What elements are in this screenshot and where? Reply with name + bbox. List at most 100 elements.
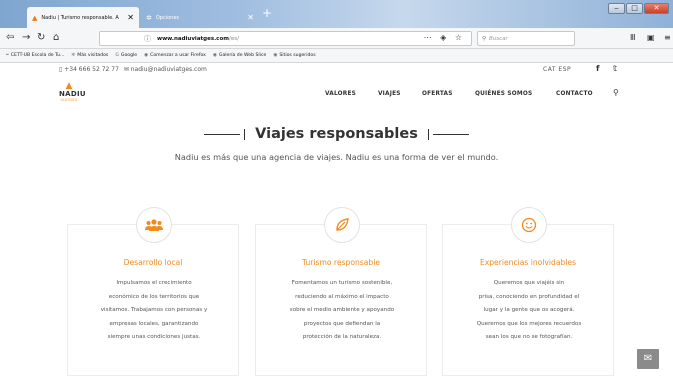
email-address[interactable]: nadiu@nadiuviatges.com xyxy=(131,66,207,73)
value-card-turismo: Turismo responsable Fomentamos un turism… xyxy=(255,207,427,376)
reload-icon[interactable]: ↻ xyxy=(37,32,45,43)
nav-contacto[interactable]: CONTACTO xyxy=(556,91,593,97)
title-tick-left xyxy=(244,128,246,140)
page-actions-icon[interactable]: ⋯ ◈ ☆ xyxy=(424,33,465,42)
close-window-icon[interactable]: ✕ xyxy=(644,3,669,14)
card-line: protección de la naturaleza. xyxy=(302,334,382,340)
card-text: Fomentamos un turismo sostenible, reduci… xyxy=(268,277,416,345)
sidebar-icon[interactable]: ▣ xyxy=(647,33,655,42)
site-logo[interactable]: ▲ NADIU VIATGES xyxy=(59,81,86,103)
webslice-icon: ◉ xyxy=(212,53,217,58)
card-line: empresas locales, garantizando xyxy=(109,320,199,327)
search-box[interactable]: ⚲ Buscar xyxy=(477,31,575,46)
google-icon: G xyxy=(115,53,119,58)
language-switcher: CAT ESP xyxy=(543,66,571,73)
title-tick-right xyxy=(427,128,429,140)
card-line: Impulsamos el crecimiento xyxy=(116,280,192,286)
bookmark-sitios[interactable]: ◉ Sitios sugeridos xyxy=(273,53,315,58)
bookmark-mas-visitados[interactable]: ✲ Más visitados xyxy=(71,53,108,58)
cett-icon: ═ xyxy=(6,53,9,58)
card-text: Queremos que viajéis sin prisa, conocien… xyxy=(455,277,603,345)
bookmark-firefox[interactable]: ◉ Comenzar a usar Firefox xyxy=(144,53,206,58)
card-line: sobre el medio ambiente y apoyando xyxy=(289,307,395,313)
lang-cat[interactable]: CAT xyxy=(543,66,556,73)
bookmark-label: Más visitados xyxy=(77,53,109,58)
nav-quienes-somos[interactable]: QUIÉNES SOMOS xyxy=(475,91,532,97)
url-path: /es/ xyxy=(228,35,239,42)
back-icon[interactable]: ⇦ xyxy=(6,32,14,43)
email-icon: ✉ xyxy=(123,66,129,73)
search-placeholder: Buscar xyxy=(489,35,508,42)
mail-contact-button[interactable]: ✉ xyxy=(637,349,659,369)
nav-viajes[interactable]: VIAJES xyxy=(378,91,401,97)
firefox-icon: ◉ xyxy=(144,53,149,58)
value-card-experiencias: Experiencias inolvidables Queremos que v… xyxy=(442,207,614,376)
card-text: Impulsamos el crecimiento económico de l… xyxy=(80,277,228,345)
forward-icon[interactable]: → xyxy=(22,32,30,43)
card-line: Fomentamos un turismo sostenible, xyxy=(291,280,393,286)
card-title: Turismo responsable xyxy=(301,258,381,267)
browser-titlebar: ▲ Nadiu | Turismo responsable. A ✕ ✲ Opc… xyxy=(0,0,673,28)
bookmark-label: Galería de Web Slice xyxy=(218,53,267,58)
card-line: económico de los territorios que xyxy=(108,293,200,300)
tab-label: Nadiu | Turismo responsable. A xyxy=(41,14,119,21)
card-title: Desarrollo local xyxy=(123,258,183,267)
smile-icon xyxy=(511,207,547,243)
window-controls: ‒ □ ✕ xyxy=(608,3,669,14)
search-icon[interactable]: ⚲ xyxy=(613,88,619,97)
hero-title: Viajes responsables xyxy=(0,126,673,142)
contact-info: ▯ +34 666 52 72 77 ✉ nadiu@nadiuviatges.… xyxy=(59,66,207,73)
new-tab-button[interactable]: + xyxy=(262,6,272,20)
facebook-icon[interactable]: f xyxy=(596,64,599,73)
close-tab-icon[interactable]: ✕ xyxy=(247,13,254,22)
nav-valores[interactable]: VALORES xyxy=(325,91,356,97)
title-rule-right xyxy=(432,133,469,135)
people-icon xyxy=(136,207,172,243)
bookmark-label: CETT-UB Escola de Tu... xyxy=(10,53,65,58)
card-line: siempre unas condiciones justas. xyxy=(107,334,201,340)
home-icon[interactable]: ⌂ xyxy=(53,32,59,43)
bookmark-webslice[interactable]: ◉ Galería de Web Slice xyxy=(213,53,266,58)
url-bar[interactable]: ⓘ www.nadiuviatges.com /es/ ⋯ ◈ ☆ xyxy=(99,31,472,46)
bookmark-google[interactable]: G Google xyxy=(115,53,137,58)
suggested-icon: ◉ xyxy=(273,53,278,58)
bookmark-cett[interactable]: ═ CETT-UB Escola de Tu... xyxy=(6,53,64,58)
twitter-icon[interactable]: 𝕥 xyxy=(613,64,617,73)
card-line: reduciendo al máximo el impacto xyxy=(295,293,389,300)
card-line: Queremos que viajéis sin xyxy=(493,280,565,286)
tab-opciones[interactable]: ✲ Opciones ✕ xyxy=(141,7,259,28)
nav-ofertas[interactable]: OFERTAS xyxy=(422,91,453,97)
nadiu-favicon-icon: ▲ xyxy=(32,13,38,22)
card-line: sean los que no se fotografían. xyxy=(485,334,573,340)
close-tab-icon[interactable]: ✕ xyxy=(127,13,134,22)
bookmark-label: Comenzar a usar Firefox xyxy=(150,53,206,58)
library-icon[interactable]: Ⅲ xyxy=(630,33,636,42)
menu-icon[interactable]: ≡ xyxy=(664,33,671,42)
lang-esp[interactable]: ESP xyxy=(558,66,571,73)
site-info-icon[interactable]: ⓘ xyxy=(144,34,151,44)
maximize-icon[interactable]: □ xyxy=(626,3,643,14)
leaf-icon xyxy=(324,207,360,243)
bookmarks-bar: ═ CETT-UB Escola de Tu... ✲ Más visitados … xyxy=(0,49,673,63)
hero-subtitle: Nadiu es más que una agencia de viajes. … xyxy=(174,152,499,162)
card-line: prisa, conociendo en profundidad el xyxy=(478,293,580,300)
logo-name: NADIU xyxy=(59,90,86,98)
card-title: Experiencias inolvidables xyxy=(479,258,577,267)
minimize-icon[interactable]: ‒ xyxy=(608,3,625,14)
bookmark-label: Google xyxy=(120,53,138,58)
value-card-desarrollo: Desarrollo local Impulsamos el crecimien… xyxy=(67,207,239,376)
site-topbar: ▯ +34 666 52 72 77 ✉ nadiu@nadiuviatges.… xyxy=(0,63,673,78)
tab-nadiu[interactable]: ▲ Nadiu | Turismo responsable. A ✕ xyxy=(27,7,139,28)
url-host: www.nadiuviatges.com xyxy=(157,35,229,42)
card-line: proyectos que defiendan la xyxy=(303,320,381,327)
phone-icon: ▯ xyxy=(59,66,63,73)
mountain-icon: ▲ xyxy=(65,81,73,91)
hero-title-text: Viajes responsables xyxy=(255,126,418,142)
browser-navbar: ⇦ → ↻ ⌂ ⓘ www.nadiuviatges.com /es/ ⋯ ◈ … xyxy=(0,28,673,49)
card-line: lugar y la gente que os acogerá. xyxy=(483,307,575,313)
search-icon: ⚲ xyxy=(482,35,487,42)
phone-number[interactable]: +34 666 52 72 77 xyxy=(64,66,119,73)
card-line: Queremos que los mejores recuerdos xyxy=(476,320,582,327)
gear-icon: ✲ xyxy=(146,13,152,22)
title-rule-left xyxy=(204,133,241,135)
